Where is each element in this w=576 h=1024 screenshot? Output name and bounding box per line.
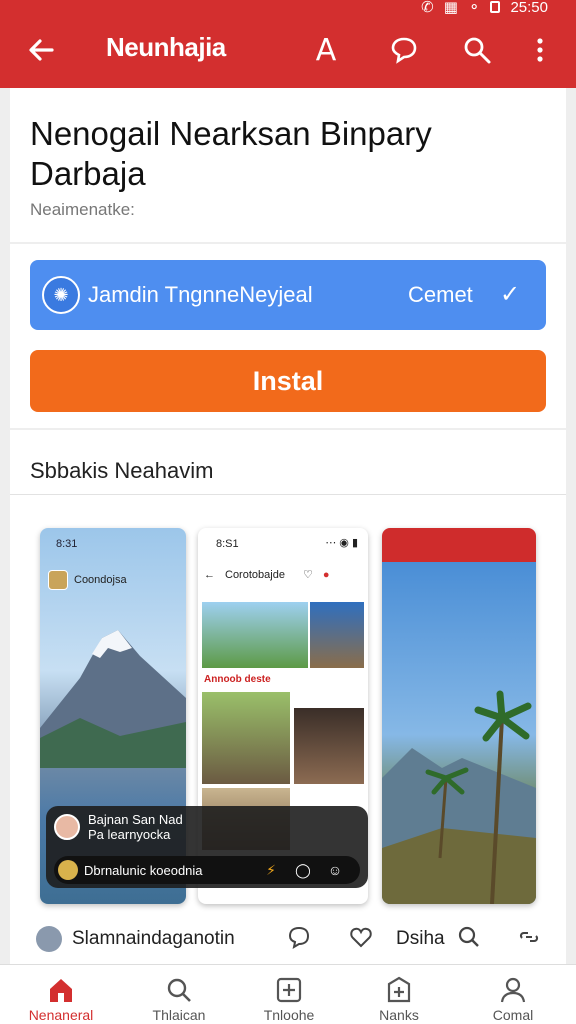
nav-add-label: Tnloohe [263,1007,315,1023]
person-icon [498,975,528,1005]
screenshot-2-header-title: Corotobajde [225,568,285,581]
check-icon: ✓ [500,281,521,308]
social-brand: Dsiha [396,928,445,949]
overlay-header: Bajnan San Nad Pa learnyocka [54,812,183,842]
link-icon[interactable] [516,924,544,952]
battery-icon [490,1,501,13]
comment-icon[interactable] [286,924,314,952]
avatar [58,860,78,880]
search-icon[interactable] [456,924,484,952]
avatar [48,570,68,590]
avatar [54,814,80,840]
add-box-icon [274,975,304,1005]
font-size-icon[interactable]: A [304,28,348,72]
overlay-subtitle: Pa learnyocka [88,827,171,842]
nav-search[interactable]: Thlaican [124,971,234,1024]
back-arrow-icon: ← [204,568,215,581]
search-icon [164,975,194,1005]
network-icon: ⚬ [467,0,481,16]
search-icon[interactable] [455,28,499,72]
social-name[interactable]: Slamnaindaganotin [72,928,235,950]
developer-name[interactable]: Neaimenatke: [30,200,135,220]
overlay-name: Bajnan San Nad [88,812,183,827]
app-header-card: Nenogail Nearksan Binpary Darbaja Neaime… [10,88,566,242]
divider [10,494,566,495]
bottom-nav: Nenaneral Thlaican Tnloohe Nanks Comal [0,964,576,1024]
app-logo-icon: ✺ [42,276,80,314]
screenshot-2-header: ← Corotobajde ♡ ● [204,568,330,582]
screenshot-2-caption: Annoob deste [204,674,271,685]
install-button[interactable]: Instal [30,350,546,412]
connect-status: Cemet [408,282,473,307]
photo-tile [202,602,308,668]
nav-tags[interactable]: Nanks [344,971,454,1024]
nav-profile-label: Comal [492,1007,534,1023]
screenshot-2-time: 8:S1 [216,538,239,550]
app-title: Nenogail Nearksan Binpary Darbaja [30,115,432,192]
status-bar: ✆ ▦ ⚬ 25:50 [0,0,576,18]
status-time: 25:50 [510,0,548,16]
add-tag-icon [384,975,414,1005]
actions-card: ✺ Jamdin TngnneNeyjeal Cemet ✓ Instal [10,244,566,428]
photo-tile [310,602,364,668]
signal-icon: ✆ [421,0,434,16]
nav-profile[interactable]: Comal [458,971,568,1024]
palm-beach-image [382,690,536,904]
mountain-image [40,630,186,768]
screenshots-card: Sbbakis Neahavim 8:31 Coondojsa 8:S1 ⋯ ◉… [10,430,566,970]
lightning-icon[interactable]: ⚡ [258,862,284,879]
nav-tags-label: Nanks [379,1007,419,1023]
screenshot-1-time: 8:31 [56,538,78,550]
home-icon [46,975,76,1005]
screenshot-1-chip: Coondojsa [48,570,127,590]
social-row: Slamnaindaganotin Dsiha [36,924,556,958]
connect-label: Jamdin TngnneNeyjeal [88,282,313,307]
screenshots-title: Sbbakis Neahavim [30,458,214,483]
screenshot-3[interactable] [382,528,536,904]
statue-tile [294,708,364,784]
app-bar: Neunhajia A [0,18,576,88]
app-bar-title: Neunhajia [106,32,226,62]
record-icon: ● [322,568,330,581]
back-arrow-icon[interactable] [22,30,62,70]
overlay-message: Dbrnalunic koeodnia [84,862,203,878]
nav-search-label: Thlaican [152,1007,206,1023]
chat-overlay[interactable]: Bajnan San Nad Pa learnyocka Dbrnalunic … [46,806,368,888]
overlay-message-bar[interactable]: Dbrnalunic koeodnia ⚡ ◯ ☺ [54,856,360,884]
wifi-icon: ▦ [443,0,458,16]
emoji-icon[interactable]: ☺ [322,862,348,878]
avatar[interactable] [36,926,62,952]
heart-icon[interactable] [348,924,376,952]
nav-home[interactable]: Nenaneral [6,971,116,1024]
signal-icon: ⋯ ◉ ▮ [325,537,358,549]
circle-icon[interactable]: ◯ [290,862,316,879]
screenshot-1-chip-label: Coondojsa [74,574,127,586]
nav-home-label: Nenaneral [28,1007,94,1023]
heart-icon: ♡ [302,569,313,581]
connect-button[interactable]: ✺ Jamdin TngnneNeyjeal Cemet ✓ [30,260,546,330]
more-vert-icon[interactable] [518,28,562,72]
chat-bubble-icon[interactable] [382,28,426,72]
nav-add[interactable]: Tnloohe [234,971,344,1024]
temple-tile [202,692,290,784]
